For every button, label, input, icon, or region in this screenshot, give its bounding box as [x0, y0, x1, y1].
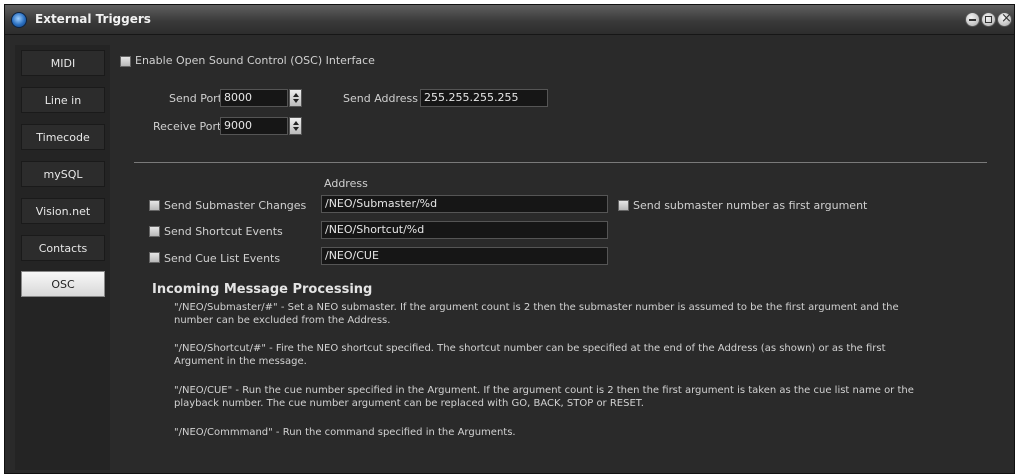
- command-description: "/NEO/Commmand" - Run the command specif…: [174, 427, 516, 438]
- maximize-icon[interactable]: [981, 12, 996, 27]
- submaster-description: "/NEO/Submaster/#" - Set a NEO submaster…: [174, 302, 899, 326]
- cue-address-field[interactable]: /NEO/CUE: [321, 247, 608, 265]
- close-icon[interactable]: [997, 11, 1012, 27]
- tab-line-in[interactable]: Line in: [21, 87, 105, 113]
- send-address-field[interactable]: 255.255.255.255: [420, 89, 548, 107]
- send-port-stepper[interactable]: [289, 89, 302, 107]
- tab-vision-net[interactable]: Vision.net: [21, 198, 105, 224]
- receive-port-stepper[interactable]: [289, 117, 302, 135]
- tab-midi[interactable]: MIDI: [21, 50, 105, 76]
- cue-description: "/NEO/CUE" - Run the cue number specifie…: [174, 385, 914, 409]
- send-shortcut-label: Send Shortcut Events: [164, 225, 283, 238]
- osc-panel: Enable Open Sound Control (OSC) Interfac…: [118, 45, 1011, 470]
- shortcut-address-field[interactable]: /NEO/Shortcut/%d: [321, 221, 608, 239]
- receive-port-label: Receive Port: [153, 120, 222, 133]
- send-port-field[interactable]: 8000: [220, 89, 288, 107]
- tab-osc[interactable]: OSC: [21, 271, 105, 297]
- enable-osc-checkbox[interactable]: [120, 56, 131, 67]
- section-divider: [134, 162, 987, 163]
- send-cue-list-checkbox[interactable]: [149, 252, 160, 263]
- send-address-label: Send Address: [343, 92, 419, 105]
- send-submaster-label: Send Submaster Changes: [164, 199, 307, 212]
- address-column-header: Address: [324, 177, 368, 190]
- tab-timecode[interactable]: Timecode: [21, 124, 105, 150]
- tab-contacts[interactable]: Contacts: [21, 235, 105, 261]
- send-shortcut-checkbox[interactable]: [149, 226, 160, 237]
- title-bar[interactable]: External Triggers: [5, 5, 1014, 35]
- enable-osc-label: Enable Open Sound Control (OSC) Interfac…: [135, 54, 375, 67]
- tab-mysql[interactable]: mySQL: [21, 161, 105, 187]
- minimize-icon[interactable]: [965, 12, 980, 27]
- app-globe-icon: [11, 12, 27, 28]
- submaster-arg-label: Send submaster number as first argument: [633, 199, 868, 212]
- submaster-arg-checkbox[interactable]: [618, 200, 629, 211]
- external-triggers-window: External Triggers MIDI Line in Timecode …: [4, 4, 1015, 474]
- send-port-label: Send Port: [169, 92, 223, 105]
- sidebar: MIDI Line in Timecode mySQL Vision.net C…: [15, 45, 110, 470]
- incoming-heading: Incoming Message Processing: [152, 282, 373, 297]
- send-submaster-checkbox[interactable]: [149, 200, 160, 211]
- submaster-address-field[interactable]: /NEO/Submaster/%d: [321, 195, 608, 213]
- receive-port-field[interactable]: 9000: [220, 117, 288, 135]
- send-cue-list-label: Send Cue List Events: [164, 252, 281, 265]
- window-title: External Triggers: [35, 12, 151, 26]
- shortcut-description: "/NEO/Shortcut/#" - Fire the NEO shortcu…: [174, 343, 886, 367]
